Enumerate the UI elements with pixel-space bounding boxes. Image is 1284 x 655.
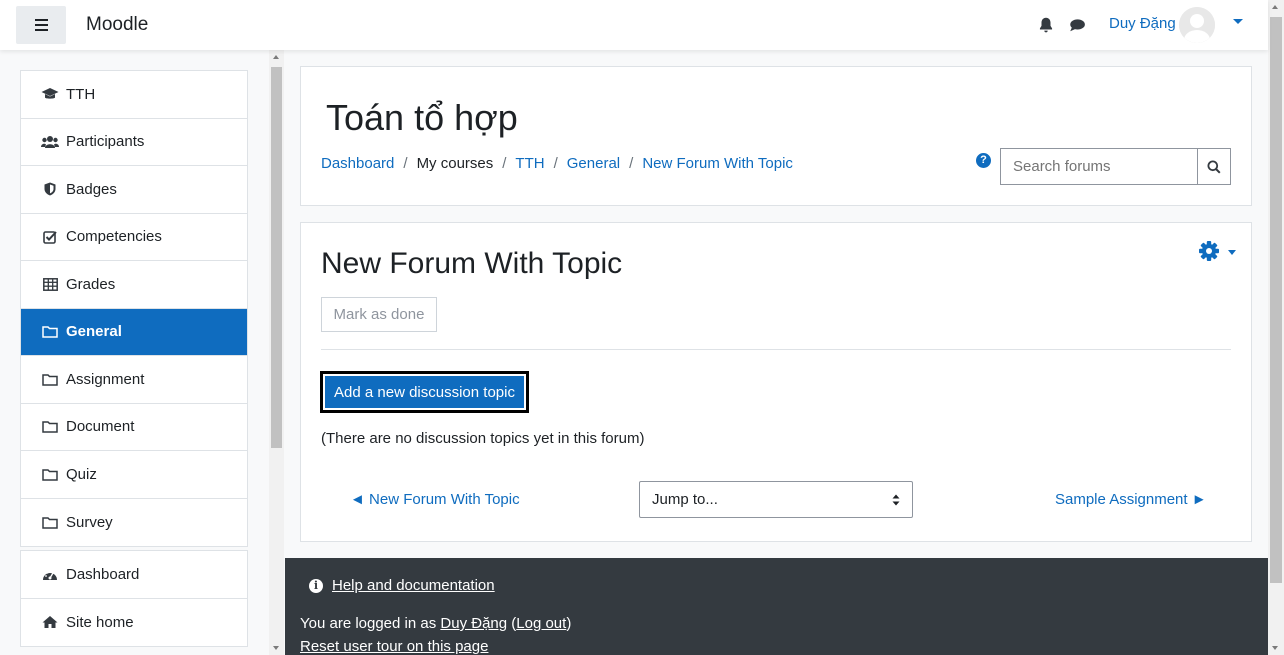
- search-button[interactable]: [1197, 148, 1231, 185]
- folder-icon: [41, 466, 59, 482]
- site-brand[interactable]: Moodle: [86, 14, 148, 36]
- nav-item-tth[interactable]: TTH: [21, 71, 247, 119]
- profile-link[interactable]: Duy Đặng: [440, 615, 507, 632]
- jump-to-select[interactable]: Jump to...: [639, 481, 913, 518]
- nav-item-label: Participants: [66, 133, 145, 151]
- search-forums-input[interactable]: [1000, 148, 1198, 185]
- breadcrumb-separator: /: [629, 155, 634, 172]
- logout-link[interactable]: Log out: [516, 615, 566, 632]
- bell-icon[interactable]: [1037, 16, 1055, 34]
- drawer-scroll-thumb[interactable]: [271, 67, 282, 448]
- user-silhouette-icon: [1179, 7, 1215, 43]
- divider: [321, 349, 1231, 350]
- chevron-down-icon[interactable]: [1228, 250, 1236, 255]
- nav-item-label: Survey: [66, 513, 113, 531]
- breadcrumb-separator: /: [403, 155, 408, 172]
- reset-tour-link[interactable]: Reset user tour on this page: [300, 638, 488, 655]
- gear-icon[interactable]: [1198, 240, 1220, 262]
- folder-icon: [41, 371, 59, 387]
- help-icon[interactable]: ?: [976, 153, 991, 168]
- help-documentation: i Help and documentation: [309, 577, 495, 594]
- nav-item-label: Grades: [66, 275, 116, 293]
- chevron-down-icon[interactable]: [1233, 19, 1243, 24]
- page-footer: i Help and documentation You are logged …: [285, 558, 1268, 655]
- nav-item-label: Badges: [66, 180, 117, 198]
- nav-item-document[interactable]: Document: [21, 404, 247, 451]
- home-icon: [41, 614, 59, 630]
- graduation-cap-icon: [41, 86, 59, 102]
- help-documentation-link[interactable]: Help and documentation: [332, 577, 495, 594]
- forum-card: New Forum With Topic Mark as done Add a …: [300, 222, 1252, 542]
- nav-item-general[interactable]: General: [21, 308, 247, 356]
- user-menu-name[interactable]: Duy Đặng: [1109, 15, 1176, 32]
- nav-item-site-home[interactable]: Site home: [21, 599, 247, 647]
- scroll-up-icon[interactable]: [273, 55, 279, 59]
- scroll-up-icon[interactable]: [1272, 5, 1278, 9]
- breadcrumb-forum[interactable]: New Forum With Topic: [642, 155, 793, 172]
- forum-title: New Forum With Topic: [321, 247, 623, 280]
- nav-item-label: TTH: [66, 85, 96, 103]
- shield-icon: [41, 181, 59, 197]
- info-icon: i: [309, 578, 323, 593]
- nav-item-assignment[interactable]: Assignment: [21, 356, 247, 404]
- nav-item-label: Quiz: [66, 465, 97, 483]
- scroll-down-icon[interactable]: [273, 646, 279, 650]
- nav-item-survey[interactable]: Survey: [21, 499, 247, 547]
- empty-forum-message: (There are no discussion topics yet in t…: [321, 430, 645, 447]
- user-avatar[interactable]: [1179, 7, 1215, 43]
- nav-item-participants[interactable]: Participants: [21, 119, 247, 166]
- breadcrumb-tth[interactable]: TTH: [515, 155, 544, 172]
- nav-item-grades[interactable]: Grades: [21, 261, 247, 309]
- table-icon: [41, 276, 59, 292]
- nav-item-dashboard[interactable]: Dashboard: [21, 551, 247, 599]
- folder-icon: [41, 324, 59, 340]
- page-header-card: Toán tổ hợp Dashboard / My courses / TTH…: [300, 66, 1252, 206]
- search-icon: [1207, 160, 1221, 174]
- users-icon: [41, 134, 59, 150]
- nav-item-label: General: [66, 323, 122, 341]
- page-scrollbar[interactable]: [1268, 0, 1284, 655]
- nav-item-quiz[interactable]: Quiz: [21, 451, 247, 499]
- nav-item-label: Site home: [66, 613, 134, 631]
- breadcrumb-separator: /: [502, 155, 507, 172]
- nav-item-label: Competencies: [66, 228, 162, 246]
- nav-item-badges[interactable]: Badges: [21, 166, 247, 214]
- message-icon[interactable]: [1068, 16, 1086, 34]
- nav-item-label: Document: [66, 418, 135, 436]
- login-info-prefix: You are logged in as: [300, 615, 441, 632]
- nav-item-competencies[interactable]: Competencies: [21, 214, 247, 261]
- login-info: You are logged in as Duy Đặng (Log out): [300, 615, 572, 632]
- course-nav: TTH Participants Badges Competencies Gra…: [20, 70, 248, 547]
- page-scroll-thumb[interactable]: [1270, 17, 1282, 583]
- main-region: Toán tổ hợp Dashboard / My courses / TTH…: [285, 50, 1268, 655]
- nav-item-label: Assignment: [66, 370, 145, 388]
- course-title: Toán tổ hợp: [326, 97, 518, 138]
- select-arrows-icon: [892, 494, 900, 506]
- next-activity-link[interactable]: Sample Assignment ►: [1055, 491, 1207, 508]
- breadcrumb-dashboard[interactable]: Dashboard: [321, 155, 394, 172]
- previous-activity-link[interactable]: ◄ New Forum With Topic: [350, 491, 520, 508]
- folder-icon: [41, 419, 59, 435]
- jump-to-value: Jump to...: [652, 491, 718, 508]
- nav-item-label: Dashboard: [66, 565, 140, 583]
- drawer-scrollbar[interactable]: [269, 50, 284, 655]
- breadcrumb-separator: /: [553, 155, 558, 172]
- dashboard-icon: [41, 566, 59, 582]
- breadcrumb-my-courses: My courses: [416, 155, 494, 172]
- mark-as-done-button[interactable]: Mark as done: [321, 297, 437, 332]
- breadcrumb-general[interactable]: General: [567, 155, 620, 172]
- top-navbar: Moodle Duy Đặng: [0, 0, 1268, 50]
- menu-toggle-button[interactable]: [16, 6, 66, 44]
- nav-drawer: TTH Participants Badges Competencies Gra…: [0, 50, 285, 655]
- breadcrumb: Dashboard / My courses / TTH / General /…: [321, 155, 793, 172]
- folder-icon: [41, 514, 59, 530]
- check-square-icon: [41, 229, 59, 245]
- site-nav: Dashboard Site home: [20, 550, 248, 647]
- scroll-down-icon[interactable]: [1272, 646, 1278, 650]
- add-discussion-topic-button[interactable]: Add a new discussion topic: [320, 371, 529, 413]
